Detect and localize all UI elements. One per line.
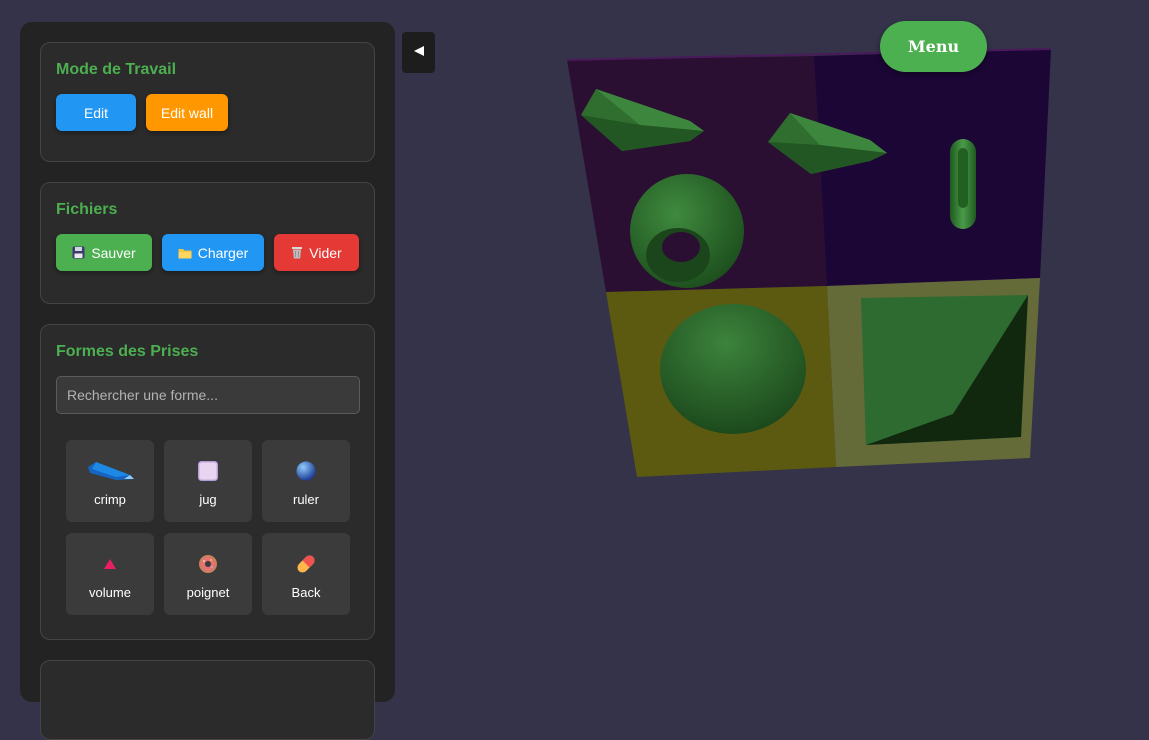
ruler-sphere-icon bbox=[296, 460, 316, 482]
clear-button-label: Vider bbox=[309, 244, 342, 261]
torus-hold[interactable] bbox=[630, 174, 744, 288]
trash-icon bbox=[291, 246, 303, 259]
shape-tile-label: ruler bbox=[292, 492, 319, 507]
pill-icon bbox=[295, 553, 317, 575]
edit-wall-button[interactable]: Edit wall bbox=[146, 94, 228, 131]
shape-tile-poignet[interactable]: poignet bbox=[164, 533, 252, 615]
wall-panel-top-right bbox=[814, 49, 1051, 286]
volume-hold[interactable] bbox=[861, 295, 1028, 445]
work-mode-panel: Mode de Travail Edit Edit wall bbox=[40, 42, 375, 162]
next-panel bbox=[40, 660, 375, 740]
shape-tile-crimp[interactable]: crimp bbox=[66, 440, 154, 522]
hold-shapes-title: Formes des Prises bbox=[56, 343, 199, 360]
sidebar: Mode de Travail Edit Edit wall Fichiers … bbox=[20, 22, 395, 740]
shape-tile-ruler[interactable]: ruler bbox=[262, 440, 350, 522]
load-button[interactable]: Charger bbox=[162, 234, 264, 271]
edit-button[interactable]: Edit bbox=[56, 94, 136, 131]
save-button[interactable]: Sauver bbox=[56, 234, 152, 271]
donut-icon bbox=[198, 553, 218, 575]
shape-tile-label: Back bbox=[291, 585, 321, 600]
shape-search-input[interactable] bbox=[56, 376, 360, 414]
save-button-label: Sauver bbox=[91, 244, 136, 261]
clear-button[interactable]: Vider bbox=[274, 234, 359, 271]
ring-hold[interactable] bbox=[950, 139, 976, 229]
work-mode-title: Mode de Travail bbox=[56, 61, 177, 78]
load-button-label: Charger bbox=[197, 244, 249, 261]
hold-shapes-panel: Formes des Prises crimp jug ruler volume bbox=[40, 324, 375, 640]
floppy-disk-icon bbox=[72, 246, 85, 259]
sphere-hold[interactable] bbox=[660, 304, 806, 434]
volume-triangle-icon bbox=[104, 553, 116, 575]
files-title: Fichiers bbox=[56, 201, 118, 218]
climbing-wall bbox=[566, 48, 1052, 477]
shape-tile-volume[interactable]: volume bbox=[66, 533, 154, 615]
shape-tile-label: jug bbox=[199, 492, 217, 507]
files-panel: Fichiers Sauver Charger Vider bbox=[40, 182, 375, 304]
shape-tile-label: crimp bbox=[94, 492, 126, 507]
menu-button[interactable]: Menu bbox=[880, 21, 987, 72]
shape-tile-jug[interactable]: jug bbox=[164, 440, 252, 522]
crimp-shape-icon bbox=[86, 460, 134, 482]
folder-icon bbox=[178, 247, 192, 259]
jug-square-icon bbox=[198, 460, 218, 482]
shape-tile-back[interactable]: Back bbox=[262, 533, 350, 615]
shape-tile-label: volume bbox=[89, 585, 131, 600]
shape-tile-label: poignet bbox=[186, 585, 230, 600]
collapse-left-icon bbox=[413, 44, 425, 62]
sidebar-toggle-button[interactable] bbox=[402, 32, 435, 73]
